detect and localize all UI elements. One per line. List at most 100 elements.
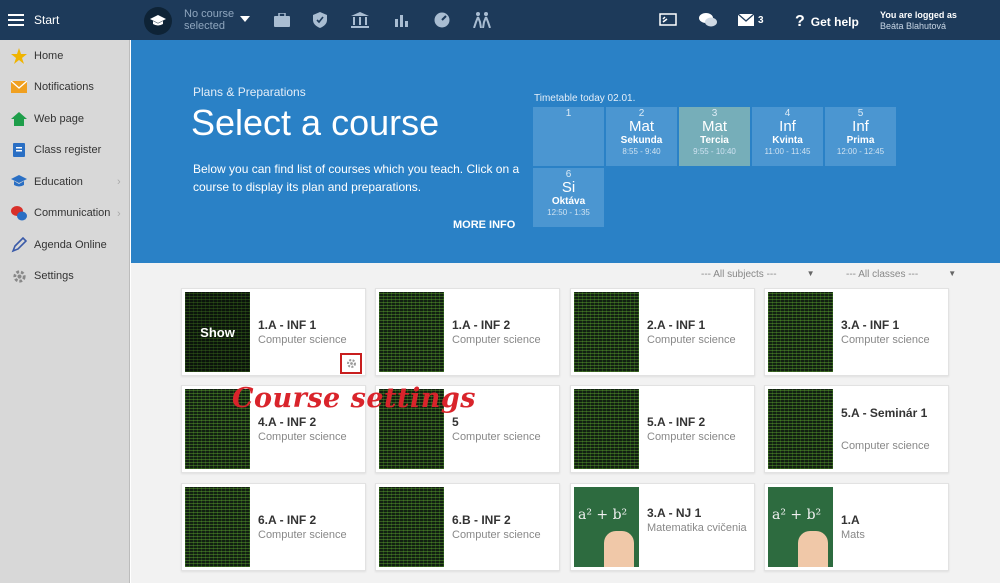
- mail-icon: [738, 14, 754, 26]
- graduation-icon: [10, 174, 28, 190]
- sidebar-item-education[interactable]: Education ›: [0, 166, 129, 198]
- cast-icon[interactable]: [658, 11, 678, 29]
- slot-subject: Mat: [628, 118, 654, 135]
- course-card[interactable]: a² + b² 3.A - NJ 1 Matematika cvičenia: [570, 483, 755, 571]
- course-title: 3.A - NJ 1: [647, 506, 702, 520]
- show-overlay[interactable]: Show: [185, 292, 250, 372]
- course-title: 2.A - INF 1: [647, 318, 706, 332]
- course-card[interactable]: 5.A - INF 2 Computer science: [570, 385, 755, 473]
- timetable-slot[interactable]: 2 Mat Sekunda 8:55 - 9:40: [606, 107, 677, 166]
- start-menu-button[interactable]: Start: [0, 0, 130, 40]
- get-help-button[interactable]: ? Get help: [795, 13, 859, 31]
- timetable-label: Timetable today 02.01.: [534, 93, 636, 104]
- slot-subject: Si: [561, 179, 576, 196]
- timetable-slot[interactable]: 6 Si Oktáva 12:50 - 1:35: [533, 168, 604, 227]
- slot-number: 1: [565, 108, 572, 119]
- course-card[interactable]: 1.A - INF 2 Computer science: [375, 288, 560, 376]
- top-bar: Start No course selected 3 ? Get help Yo…: [0, 0, 1000, 40]
- course-card[interactable]: 6.B - INF 2 Computer science: [375, 483, 560, 571]
- course-card[interactable]: 3.A - INF 1 Computer science: [764, 288, 949, 376]
- sidebar-item-label: Settings: [34, 270, 74, 283]
- shield-icon[interactable]: [310, 11, 330, 29]
- sidebar-item-label: Communication: [34, 207, 111, 220]
- sidebar-item-home[interactable]: Home: [0, 40, 129, 72]
- chevron-right-icon: ›: [117, 176, 121, 188]
- briefcase-icon[interactable]: [272, 11, 292, 29]
- course-settings-annotation: Course settings: [232, 383, 476, 414]
- hand-image: [798, 531, 828, 567]
- course-card[interactable]: 6.A - INF 2 Computer science: [181, 483, 366, 571]
- slot-class: Kvinta: [772, 135, 803, 146]
- more-info-link[interactable]: MORE INFO: [453, 219, 515, 231]
- sidebar-item-settings[interactable]: Settings: [0, 261, 129, 293]
- timetable-slot-active[interactable]: 3 Mat Tercia 9:55 - 10:40: [679, 107, 750, 166]
- mail-count-badge: 3: [758, 14, 764, 26]
- course-card[interactable]: Show 1.A - INF 1 Computer science: [181, 288, 366, 376]
- timetable-slot[interactable]: 5 Inf Prima 12:00 - 12:45: [825, 107, 896, 166]
- sidebar-item-class-register[interactable]: Class register: [0, 135, 129, 167]
- course-title: 5.A - INF 2: [647, 415, 706, 429]
- course-settings-button[interactable]: [340, 353, 362, 374]
- institution-icon[interactable]: [350, 11, 370, 29]
- hero-subtitle: Plans & Preparations: [193, 85, 306, 99]
- course-thumbnail-math: a² + b²: [768, 487, 833, 567]
- sidebar-item-label: Notifications: [34, 81, 94, 94]
- course-card[interactable]: 2.A - INF 1 Computer science: [570, 288, 755, 376]
- course-title: 5: [452, 415, 459, 429]
- bar-chart-icon[interactable]: [392, 11, 412, 29]
- course-subject: Computer science: [841, 440, 930, 452]
- chevron-down-icon: ▼: [948, 269, 957, 278]
- course-subject: Computer science: [258, 334, 347, 346]
- pen-icon: [10, 236, 28, 253]
- course-title: 5.A - Seminár 1: [841, 406, 928, 420]
- hamburger-icon: [8, 14, 24, 26]
- hero-banner: Plans & Preparations Select a course Bel…: [131, 40, 1000, 263]
- graduation-cap-icon[interactable]: [144, 7, 172, 35]
- course-subject: Computer science: [647, 334, 736, 346]
- subject-filter[interactable]: --- All subjects --- ▼: [701, 269, 814, 280]
- sidebar-item-agenda-online[interactable]: Agenda Online: [0, 229, 129, 261]
- course-card[interactable]: a² + b² 1.A Mats: [764, 483, 949, 571]
- question-mark-icon: ?: [795, 13, 805, 30]
- messages-button[interactable]: 3: [738, 0, 764, 40]
- chevron-down-icon[interactable]: [240, 16, 250, 22]
- chat-icon: [10, 205, 28, 221]
- course-list-area: --- All subjects --- ▼ --- All classes -…: [131, 263, 1000, 583]
- chat-bubbles-icon[interactable]: [698, 11, 718, 29]
- people-walking-icon[interactable]: [472, 11, 492, 29]
- course-subject: Mats: [841, 529, 865, 541]
- sidebar-item-label: Web page: [34, 112, 84, 125]
- course-thumbnail: [379, 487, 444, 567]
- math-board-text: a² + b²: [578, 507, 628, 523]
- course-title: 6.A - INF 2: [258, 513, 317, 527]
- sidebar-item-notifications[interactable]: Notifications: [0, 72, 129, 104]
- sidebar-item-communication[interactable]: Communication ›: [0, 198, 129, 230]
- sidebar: Home Notifications Web page Class regist…: [0, 40, 130, 583]
- class-filter-value: --- All classes ---: [846, 269, 919, 280]
- course-title: 4.A - INF 2: [258, 415, 317, 429]
- slot-class: Sekunda: [620, 135, 663, 146]
- course-selector[interactable]: No course selected: [184, 8, 236, 32]
- dashboard-icon[interactable]: [432, 11, 452, 29]
- course-card[interactable]: 5.A - Seminár 1 Computer science: [764, 385, 949, 473]
- slot-time: 8:55 - 9:40: [622, 147, 661, 156]
- slot-class: Oktáva: [551, 196, 586, 207]
- timetable-slot[interactable]: 4 Inf Kvinta 11:00 - 11:45: [752, 107, 823, 166]
- course-subject: Computer science: [452, 431, 541, 443]
- slot-time: 12:00 - 12:45: [836, 147, 885, 156]
- subject-filter-value: --- All subjects ---: [701, 269, 777, 280]
- course-thumbnail: [574, 389, 639, 469]
- get-help-label: Get help: [810, 15, 859, 29]
- course-subject: Computer science: [258, 529, 347, 541]
- hand-image: [604, 531, 634, 567]
- sidebar-item-web-page[interactable]: Web page: [0, 103, 129, 135]
- slot-subject: Inf: [779, 118, 796, 135]
- class-filter[interactable]: --- All classes --- ▼: [846, 269, 956, 280]
- course-subject: Computer science: [647, 431, 736, 443]
- course-thumbnail: [768, 389, 833, 469]
- user-info[interactable]: You are logged as Beáta Blahutová: [880, 10, 957, 32]
- star-icon: [10, 47, 28, 64]
- timetable-slot[interactable]: 1: [533, 107, 604, 166]
- course-title: 1.A - INF 1: [258, 318, 317, 332]
- user-name: Beáta Blahutová: [880, 21, 947, 31]
